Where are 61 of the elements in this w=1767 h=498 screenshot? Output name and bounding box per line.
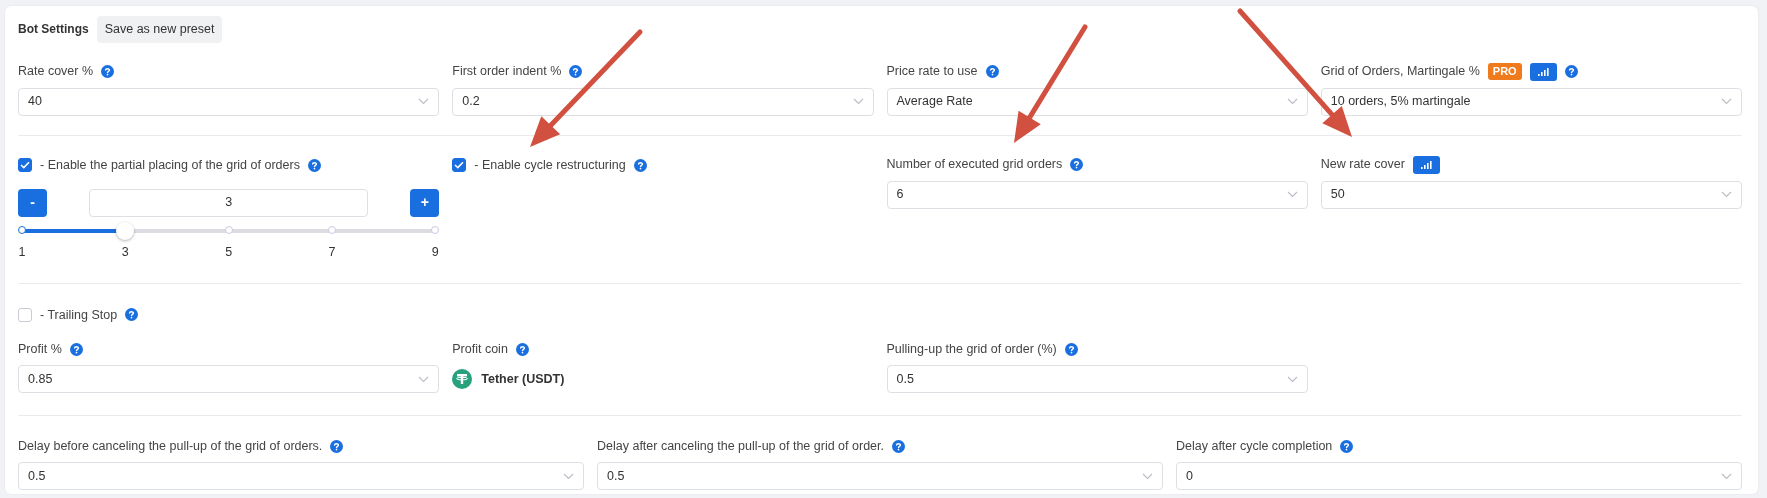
select-field[interactable]: 0.5	[597, 462, 1163, 491]
slider-step-dot	[18, 225, 26, 234]
panel-title: Bot Settings	[18, 21, 89, 39]
slider-tick-label: 9	[430, 243, 440, 261]
field-label: Grid of Orders, Martingale %	[1320, 63, 1480, 81]
select-field[interactable]: 40	[18, 87, 440, 116]
checkbox[interactable]	[452, 158, 467, 173]
field-label: Pulling-up the grid of order (%)	[886, 340, 1057, 358]
field-label: Delay after canceling the pull-up of the grid of order.	[597, 437, 884, 455]
slider-step-dot	[431, 225, 440, 234]
increment-button[interactable]: +	[410, 188, 440, 217]
save-preset-button[interactable]: Save as new preset	[96, 16, 223, 43]
bar-chart-icon	[1420, 160, 1432, 169]
checkbox-label: - Enable the partial placing of the grid of orders	[40, 156, 300, 174]
slider-tick-label: 3	[120, 243, 130, 261]
select-field[interactable]: 10 orders, 5% martingale	[1320, 87, 1742, 116]
chevron-down-icon	[1286, 375, 1298, 383]
field-label: Price rate to use	[886, 63, 978, 81]
chevron-down-icon	[1286, 191, 1298, 199]
field-label: Profit coin	[452, 340, 508, 358]
select-field[interactable]: 0.5	[18, 462, 584, 491]
field-label: Delay before canceling the pull-up of the grid of orders.	[18, 437, 323, 455]
coin-name: Tether (USDT)	[481, 370, 565, 388]
field-label: First order indent %	[452, 63, 562, 81]
slider-tick-label: 7	[327, 243, 337, 261]
field-label: Delay after cycle completion	[1176, 437, 1333, 455]
select-field[interactable]: Average Rate	[886, 87, 1308, 116]
chevron-down-icon	[1721, 191, 1732, 199]
bar-chart-icon	[1537, 67, 1549, 76]
pro-badge: PRO	[1487, 63, 1522, 81]
field-label: Number of executed grid orders	[886, 156, 1063, 174]
select-field[interactable]: 0.5	[886, 365, 1308, 394]
chevron-down-icon	[418, 98, 430, 106]
decrement-button[interactable]: -	[18, 188, 47, 217]
field-label: Profit %	[18, 340, 62, 358]
slider-tick-label: 5	[224, 243, 234, 261]
number-field[interactable]: 3	[89, 188, 369, 217]
select-field[interactable]: 50	[1320, 180, 1742, 209]
stats-button[interactable]	[1412, 155, 1440, 174]
field-label: Rate cover %	[18, 63, 94, 81]
select-field[interactable]: 0	[1176, 462, 1742, 491]
chevron-down-icon	[1142, 472, 1153, 480]
chevron-down-icon	[1286, 98, 1298, 106]
checkbox[interactable]	[18, 158, 32, 173]
field-label: New rate cover	[1320, 156, 1405, 174]
select-field[interactable]: 0.2	[452, 87, 874, 116]
select-field[interactable]: 6	[886, 180, 1308, 209]
coin-icon	[452, 369, 473, 390]
checkbox-label: - Trailing Stop	[40, 306, 118, 324]
chevron-down-icon	[852, 98, 864, 106]
chevron-down-icon	[418, 375, 430, 383]
chevron-down-icon	[563, 472, 574, 480]
stats-button[interactable]	[1529, 62, 1557, 81]
slider-thumb[interactable]	[116, 221, 135, 240]
chevron-down-icon	[1721, 472, 1732, 480]
select-field[interactable]: 0.85	[18, 365, 440, 394]
slider-step-dot	[224, 225, 233, 234]
slider-step-dot	[327, 225, 336, 234]
slider-tick-label: 1	[17, 243, 27, 261]
checkbox-label: - Enable cycle restructuring	[474, 156, 626, 174]
chevron-down-icon	[1721, 98, 1732, 106]
